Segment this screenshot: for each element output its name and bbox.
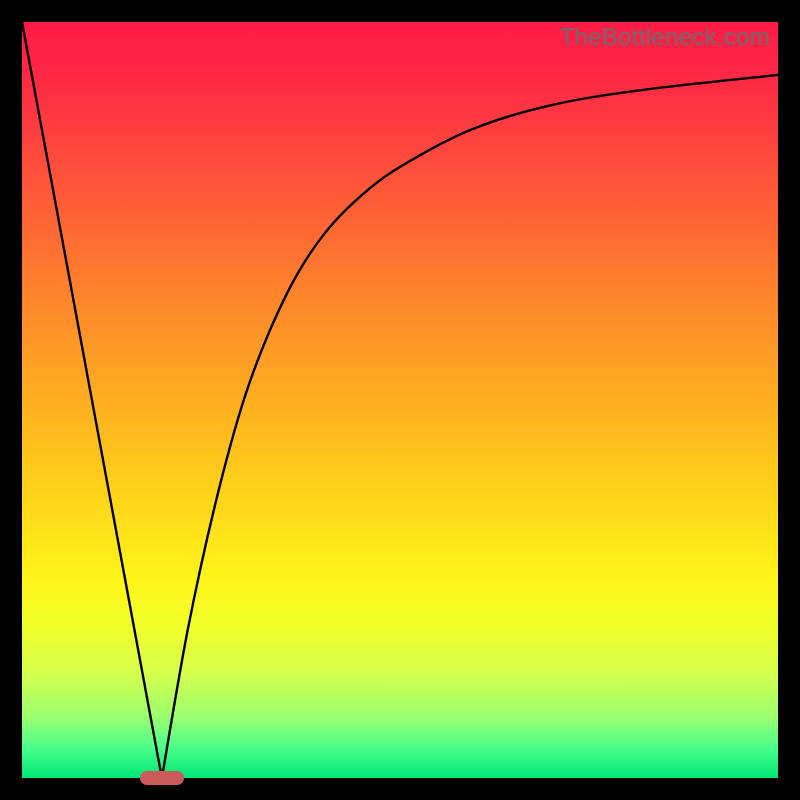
curve-path (22, 22, 778, 778)
bottleneck-curve (22, 22, 778, 778)
plot-area: TheBottleneck.com (22, 22, 778, 778)
chart-frame: TheBottleneck.com (0, 0, 800, 800)
optimal-marker (140, 771, 184, 785)
